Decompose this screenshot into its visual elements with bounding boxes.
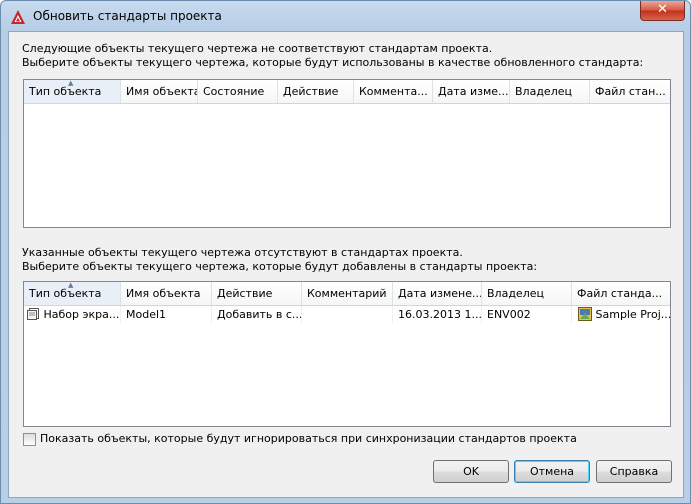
column-header-action[interactable]: Действие [212,282,302,305]
cell-object-name: Model1 [121,306,212,324]
sort-ascending-icon: ▲ [68,80,74,87]
column-header-comment[interactable]: Коммента... [354,80,433,103]
column-header-standards-file[interactable]: Файл станда... [572,282,670,305]
help-button[interactable]: Справка [596,460,672,483]
missing-objects-description: Указанные объекты текущего чертежа отсут… [22,246,463,259]
column-header-comment[interactable]: Комментарий [302,282,393,305]
column-header-date[interactable]: Дата измене... [393,282,482,305]
window-title: Обновить стандарты проекта [33,9,222,23]
column-label: Тип объекта [29,287,102,300]
column-label: Тип объекта [29,85,102,98]
column-header-owner[interactable]: Владелец [482,282,572,305]
column-header-status[interactable]: Состояние [198,80,278,103]
column-header-action[interactable]: Действие [278,80,354,103]
ok-button[interactable]: OK [433,460,509,483]
column-header-object-name[interactable]: Имя объекта [121,80,198,103]
standards-file-icon [578,307,592,321]
cell-date: 16.03.2013 1... [393,306,482,324]
nonconforming-description: Следующие объекты текущего чертежа не со… [22,42,493,55]
cancel-button[interactable]: Отмена [514,460,590,483]
cell-standards-file[interactable]: Sample Proj... [572,306,670,324]
column-header-object-type[interactable]: ▲ Тип объекта [24,282,121,305]
dialog-window: Обновить стандарты проекта ✕ Следующие о… [0,0,691,504]
nonconforming-objects-list[interactable]: ▲ Тип объекта Имя объекта Состояние Дейс… [23,79,671,228]
column-header-object-type[interactable]: ▲ Тип объекта [24,80,121,103]
cell-object-type: Набор экра... [24,306,121,324]
cell-action[interactable]: Добавить в с... [212,306,302,324]
cell-comment[interactable] [302,306,393,324]
missing-objects-list[interactable]: ▲ Тип объекта Имя объекта Действие Комме… [23,281,671,427]
cell-owner: ENV002 [482,306,572,324]
missing-objects-instruction: Выберите объекты текущего чертежа, котор… [22,260,538,273]
dialog-body: Следующие объекты текущего чертежа не со… [8,31,684,498]
close-button[interactable]: ✕ [640,1,685,21]
standards-file-value: Sample Proj... [595,308,671,321]
nonconforming-instruction: Выберите объекты текущего чертежа, котор… [22,56,644,69]
column-header-date[interactable]: Дата изме... [433,80,510,103]
title-bar[interactable]: Обновить стандарты проекта ✕ [1,1,690,31]
page-setup-icon [27,308,39,320]
column-header-owner[interactable]: Владелец [510,80,590,103]
column-header-standards-file[interactable]: Файл стан... [590,80,670,103]
table-row[interactable]: Набор экра... Model1 Добавить в с... 16.… [24,306,670,324]
show-ignored-checkbox[interactable] [23,433,36,446]
list-header: ▲ Тип объекта Имя объекта Действие Комме… [24,282,670,306]
column-header-object-name[interactable]: Имя объекта [121,282,212,305]
object-type-value: Набор экра... [43,308,120,321]
sort-ascending-icon: ▲ [68,282,74,289]
close-icon: ✕ [657,2,668,17]
list-header: ▲ Тип объекта Имя объекта Состояние Дейс… [24,80,670,104]
autocad-logo-icon [11,10,25,24]
show-ignored-checkbox-label[interactable]: Показать объекты, которые будут игнориро… [40,432,577,445]
